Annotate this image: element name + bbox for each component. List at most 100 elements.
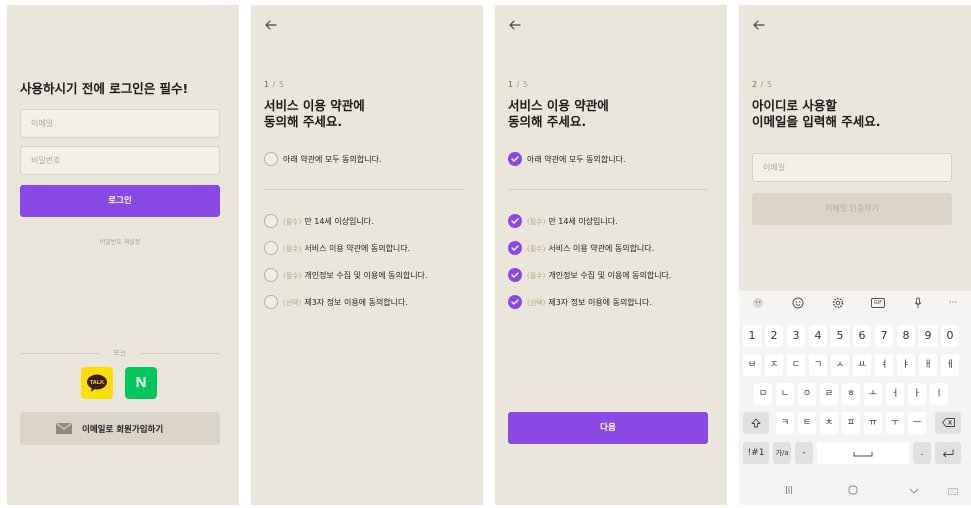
password-input[interactable] [20, 146, 220, 175]
radio-circle-icon [264, 295, 278, 309]
step-indicator: 1 / 5 [264, 80, 285, 89]
email-signup-label: 이메일로 회원가입하기 [82, 425, 164, 435]
onscreen-keyboard: GIF ··· 1 2 3 4 5 6 7 8 9 0 ㅂ ㅈ ㄷ ㄱ ㅅ ㅛ … [739, 291, 971, 505]
key-hangul[interactable]: ㅈ [765, 354, 783, 376]
dash-key[interactable]: - [795, 442, 813, 464]
mail-icon [56, 423, 72, 434]
radio-circle-icon [264, 268, 278, 282]
reset-password-link[interactable]: 비밀번호 재설정 [20, 237, 220, 246]
key-0[interactable]: 0 [941, 325, 959, 347]
key-hangul[interactable]: ㄱ [809, 354, 827, 376]
key-hangul[interactable]: ㅅ [831, 354, 849, 376]
login-button[interactable]: 로그인 [20, 185, 220, 217]
term-item-age[interactable]: (필수) 만 14세 이상입니다. [264, 213, 374, 229]
email-input[interactable] [752, 153, 952, 182]
key-hangul[interactable]: ㅔ [941, 354, 959, 376]
term-item-privacy[interactable]: (필수) 개인정보 수집 및 이용에 동의합니다. [264, 267, 427, 283]
key-hangul[interactable]: ㅋ [776, 412, 794, 434]
space-key[interactable] [817, 442, 909, 464]
term-item-service[interactable]: (필수) 서비스 이용 약관에 동의합니다. [508, 240, 654, 256]
checkmark-icon [508, 152, 522, 166]
hide-keyboard-icon[interactable] [904, 481, 924, 501]
radio-circle-icon [264, 214, 278, 228]
recent-apps-icon[interactable] [779, 481, 799, 501]
key-hangul[interactable]: ㅌ [798, 412, 816, 434]
settings-icon[interactable] [828, 295, 848, 311]
naver-login-button[interactable]: N [125, 367, 157, 399]
symbols-key[interactable]: !#1 [743, 442, 769, 464]
next-button[interactable]: 다음 [508, 412, 708, 444]
key-hangul[interactable]: ㄴ [776, 383, 794, 405]
term-item-service[interactable]: (필수) 서비스 이용 약관에 동의합니다. [264, 240, 410, 256]
key-hangul[interactable]: ㅑ [897, 354, 915, 376]
key-1[interactable]: 1 [743, 325, 761, 347]
key-hangul[interactable]: ㅣ [930, 383, 948, 405]
key-hangul[interactable]: ㅛ [853, 354, 871, 376]
key-hangul[interactable]: ㅓ [886, 383, 904, 405]
agree-all-checkbox[interactable]: 아래 약관에 모두 동의합니다. [508, 151, 626, 167]
terms-title: 서비스 이용 약관에 동의해 주세요. [264, 98, 365, 129]
kakao-login-button[interactable]: TALK [81, 367, 113, 399]
stage: 사용하시기 전에 로그인은 필수! 로그인 비밀번호 재설정 또는 TALK N [0, 0, 971, 508]
key-4[interactable]: 4 [809, 325, 827, 347]
email-entry-screen: 2 / 5 아이디로 사용할이메일을 입력해 주세요. 이메일 인증하기 GIF… [739, 5, 971, 505]
back-arrow-icon[interactable] [750, 16, 768, 34]
key-5[interactable]: 5 [831, 325, 849, 347]
key-9[interactable]: 9 [919, 325, 937, 347]
key-hangul[interactable]: ㄹ [820, 383, 838, 405]
more-icon[interactable]: ··· [943, 295, 963, 311]
email-signup-button[interactable]: 이메일로 회원가입하기 [20, 412, 220, 445]
checkmark-icon [508, 295, 522, 309]
key-hangul[interactable]: ㅊ [820, 412, 838, 434]
back-arrow-icon[interactable] [262, 16, 280, 34]
home-icon[interactable] [843, 481, 863, 501]
login-screen: 사용하시기 전에 로그인은 필수! 로그인 비밀번호 재설정 또는 TALK N [7, 5, 239, 505]
key-hangul[interactable]: ㅐ [919, 354, 937, 376]
key-hangul[interactable]: ㅗ [864, 383, 882, 405]
key-hangul[interactable]: ㅍ [842, 412, 860, 434]
gif-icon[interactable]: GIF [868, 295, 888, 311]
login-title: 사용하시기 전에 로그인은 필수! [20, 81, 189, 96]
key-hangul[interactable]: ㅕ [875, 354, 893, 376]
backspace-icon [941, 418, 955, 427]
sticker-icon[interactable] [748, 295, 768, 311]
language-switch-key[interactable]: 가/a [773, 442, 791, 464]
key-7[interactable]: 7 [875, 325, 893, 347]
key-8[interactable]: 8 [897, 325, 915, 347]
key-2[interactable]: 2 [765, 325, 783, 347]
term-item-third-party[interactable]: (선택) 제3자 정보 이용에 동의합니다. [264, 294, 408, 310]
agree-all-checkbox[interactable]: 아래 약관에 모두 동의합니다. [264, 151, 382, 167]
key-hangul[interactable]: ㅇ [798, 383, 816, 405]
key-hangul[interactable]: ㅂ [743, 354, 761, 376]
key-hangul[interactable]: ㅜ [886, 412, 904, 434]
key-hangul[interactable]: ㅡ [908, 412, 926, 434]
enter-key[interactable] [935, 442, 961, 464]
key-hangul[interactable]: ㄷ [787, 354, 805, 376]
divider [264, 189, 464, 190]
key-6[interactable]: 6 [853, 325, 871, 347]
keyboard-icon[interactable] [943, 481, 963, 501]
key-hangul[interactable]: ㅠ [864, 412, 882, 434]
key-3[interactable]: 3 [787, 325, 805, 347]
email-input[interactable] [20, 109, 220, 138]
emoji-icon[interactable] [788, 295, 808, 311]
checkmark-icon [508, 241, 522, 255]
verify-email-button[interactable]: 이메일 인증하기 [752, 193, 952, 225]
term-item-privacy[interactable]: (필수) 개인정보 수집 및 이용에 동의합니다. [508, 267, 671, 283]
key-hangul[interactable]: ㅁ [754, 383, 772, 405]
back-arrow-icon[interactable] [506, 16, 524, 34]
term-item-age[interactable]: (필수) 만 14세 이상입니다. [508, 213, 618, 229]
divider [508, 189, 708, 190]
period-key[interactable]: . [913, 442, 931, 464]
kakao-talk-icon: TALK [87, 374, 107, 392]
enter-icon [943, 449, 954, 458]
mic-icon[interactable] [908, 295, 928, 311]
shift-key[interactable] [743, 412, 769, 434]
key-hangul[interactable]: ㅏ [908, 383, 926, 405]
backspace-key[interactable] [935, 412, 961, 434]
term-item-third-party[interactable]: (선택) 제3자 정보 이용에 동의합니다. [508, 294, 652, 310]
key-hangul[interactable]: ㅎ [842, 383, 860, 405]
terms-screen-unchecked: 1 / 5 서비스 이용 약관에 동의해 주세요. 아래 약관에 모두 동의합니다… [251, 5, 483, 505]
checkmark-icon [508, 214, 522, 228]
shift-icon [751, 418, 761, 428]
